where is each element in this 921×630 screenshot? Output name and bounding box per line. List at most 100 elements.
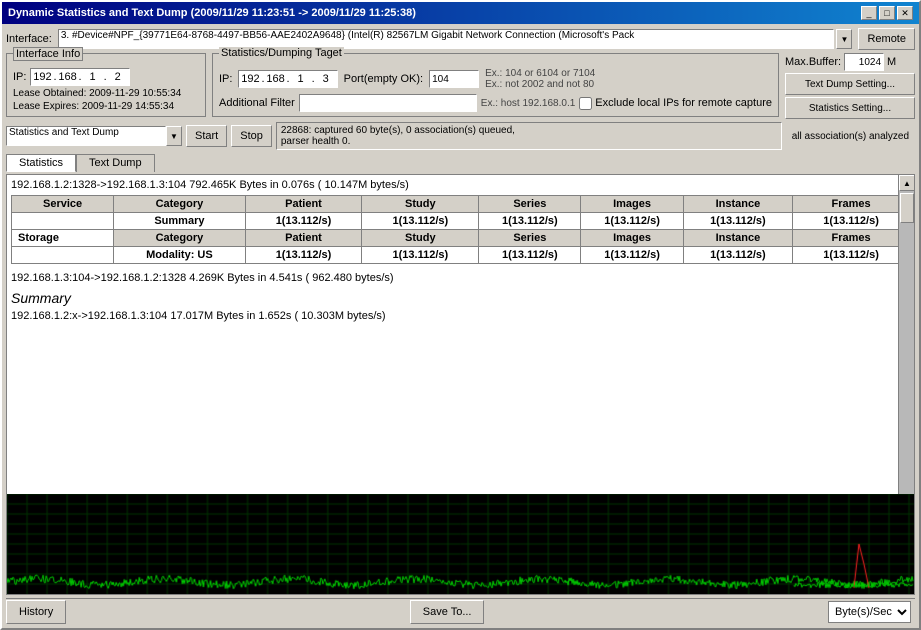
- tab-text-dump[interactable]: Text Dump: [76, 154, 155, 172]
- minimize-button[interactable]: _: [861, 6, 877, 20]
- examples: Ex.: 104 or 6104 or 7104 Ex.: not 2002 a…: [485, 68, 595, 90]
- stats-table-1: Service Category Patient Study Series Im…: [11, 195, 910, 264]
- ip-seg-2[interactable]: [57, 71, 79, 83]
- connection3-text: 192.168.1.2:x->192.168.1.3:104 17.017M B…: [11, 310, 386, 322]
- capture-combo: Statistics and Text Dump ▼: [6, 126, 182, 146]
- action-row: Statistics and Text Dump ▼ Start Stop 22…: [6, 122, 915, 150]
- save-to-button[interactable]: Save To...: [410, 600, 485, 624]
- port-label: Port(empty OK):: [344, 73, 423, 85]
- cell-frames: 1(13.112/s): [793, 247, 910, 264]
- interface-input[interactable]: 3. #Device#NPF_{39771E64-8768-4497-BB56-…: [58, 29, 835, 49]
- capture-mode-input[interactable]: Statistics and Text Dump: [6, 126, 166, 146]
- exclude-checkbox-row: Exclude local IPs for remote capture: [579, 97, 772, 110]
- connection3-header: 192.168.1.2:x->192.168.1.3:104 17.017M B…: [11, 310, 910, 322]
- stats-ip-seg-3[interactable]: [290, 73, 312, 85]
- stop-button[interactable]: Stop: [231, 125, 272, 147]
- filter-input[interactable]: [299, 94, 477, 112]
- cell-images: 1(13.112/s): [581, 247, 683, 264]
- interface-label: Interface:: [6, 33, 52, 45]
- tab-statistics[interactable]: Statistics: [6, 154, 76, 172]
- interface-info-group: Interface Info IP: . . .: [6, 53, 206, 117]
- col-patient: Patient: [245, 196, 362, 213]
- window-content: Interface: 3. #Device#NPF_{39771E64-8768…: [2, 24, 919, 628]
- ip-seg-4[interactable]: [107, 71, 129, 83]
- interface-dropdown-arrow[interactable]: ▼: [836, 29, 852, 49]
- connection1-text: 192.168.1.2:1328->192.168.1.3:104 792.46…: [11, 179, 409, 191]
- history-button[interactable]: History: [6, 600, 66, 624]
- status-line1: 22868: captured 60 byte(s), 0 associatio…: [281, 125, 777, 136]
- example2: Ex.: not 2002 and not 80: [485, 79, 595, 90]
- stats-ip-seg-2[interactable]: [265, 73, 287, 85]
- stats-ip-seg-1[interactable]: [239, 73, 261, 85]
- stats-group-legend: Statistics/Dumping Taget: [219, 47, 344, 59]
- cell-instance: 1(13.112/s): [683, 247, 793, 264]
- connection2-text: 192.168.1.3:104->192.168.1.2:1328 4.269K…: [11, 272, 394, 284]
- capture-mode-arrow[interactable]: ▼: [166, 126, 182, 146]
- start-button[interactable]: Start: [186, 125, 227, 147]
- groups-row: Interface Info IP: . . .: [6, 53, 915, 119]
- stats-ip-display: . . .: [238, 70, 337, 88]
- table-row: Modality: US 1(13.112/s) 1(13.112/s) 1(1…: [12, 247, 910, 264]
- table-row: Summary 1(13.112/s) 1(13.112/s) 1(13.112…: [12, 213, 910, 230]
- main-content-area: 192.168.1.2:1328->192.168.1.3:104 792.46…: [6, 174, 915, 595]
- connection1-header: 192.168.1.2:1328->192.168.1.3:104 792.46…: [11, 179, 910, 191]
- graph-area: [7, 494, 914, 594]
- table-row: Service Category Patient Study Series Im…: [12, 196, 910, 213]
- title-bar: Dynamic Statistics and Text Dump (2009/1…: [2, 2, 919, 24]
- cell-category: Category: [114, 230, 245, 247]
- interface-info-legend: Interface Info: [13, 47, 83, 61]
- col-series: Series: [479, 196, 581, 213]
- close-button[interactable]: ✕: [897, 6, 913, 20]
- stats-ip-seg-4[interactable]: [315, 73, 337, 85]
- remote-button[interactable]: Remote: [858, 28, 915, 50]
- col-images: Images: [581, 196, 683, 213]
- window-title: Dynamic Statistics and Text Dump (2009/1…: [8, 7, 416, 19]
- cell-images: Images: [581, 230, 683, 247]
- max-buffer-label: Max.Buffer:: [785, 56, 841, 68]
- cell-service: Storage: [12, 230, 114, 247]
- exclude-label: Exclude local IPs for remote capture: [595, 97, 772, 109]
- stats-ip-label: IP:: [219, 73, 232, 85]
- max-buffer-row: Max.Buffer: M: [785, 53, 915, 71]
- scroll-up-btn[interactable]: ▲: [899, 175, 915, 191]
- ip-seg-1[interactable]: [31, 71, 53, 83]
- cell-study: 1(13.112/s): [362, 247, 479, 264]
- port-input[interactable]: [429, 70, 479, 88]
- cell-service: [12, 213, 114, 230]
- max-buffer-input[interactable]: [844, 53, 884, 71]
- maximize-button[interactable]: □: [879, 6, 895, 20]
- text-dump-settings-button[interactable]: Text Dump Setting...: [785, 73, 915, 95]
- cell-category: Modality: US: [114, 247, 245, 264]
- max-buffer-unit: M: [887, 56, 896, 68]
- cell-patient: Patient: [245, 230, 362, 247]
- example1: Ex.: 104 or 6104 or 7104: [485, 68, 595, 79]
- status-area: 22868: captured 60 byte(s), 0 associatio…: [276, 122, 782, 150]
- stats-content: 192.168.1.2:1328->192.168.1.3:104 792.46…: [7, 175, 914, 494]
- table-row: Storage Category Patient Study Series Im…: [12, 230, 910, 247]
- filter-example: Ex.: host 192.168.0.1: [481, 98, 576, 109]
- cell-patient: 1(13.112/s): [245, 247, 362, 264]
- status-line2: parser health 0.: [281, 136, 777, 147]
- scroll-thumb[interactable]: [900, 193, 914, 223]
- ip-label: IP:: [13, 71, 26, 83]
- filter-label: Additional Filter: [219, 97, 295, 109]
- cell-study: 1(13.112/s): [362, 213, 479, 230]
- cell-images: 1(13.112/s): [581, 213, 683, 230]
- ip-seg-3[interactable]: [82, 71, 104, 83]
- ip-display: . . .: [30, 68, 129, 86]
- lease-expires: Lease Expires: 2009-11-29 14:55:34: [13, 101, 199, 112]
- main-window: Dynamic Statistics and Text Dump (2009/1…: [0, 0, 921, 630]
- cell-study: Study: [362, 230, 479, 247]
- window-controls: _ □ ✕: [861, 6, 913, 20]
- exclude-checkbox[interactable]: [579, 97, 592, 110]
- stats-dumping-group: Statistics/Dumping Taget IP: . . .: [212, 53, 779, 117]
- unit-select[interactable]: Byte(s)/Sec: [828, 601, 911, 623]
- statistics-settings-button[interactable]: Statistics Setting...: [785, 97, 915, 119]
- stats-ip-row: IP: . . . Port(empty OK):: [219, 68, 772, 90]
- col-instance: Instance: [683, 196, 793, 213]
- lease-obtained: Lease Obtained: 2009-11-29 10:55:34: [13, 88, 199, 99]
- interface-combo: 3. #Device#NPF_{39771E64-8768-4497-BB56-…: [58, 29, 853, 49]
- cell-series: 1(13.112/s): [479, 247, 581, 264]
- col-category: Category: [114, 196, 245, 213]
- cell-category: Summary: [114, 213, 245, 230]
